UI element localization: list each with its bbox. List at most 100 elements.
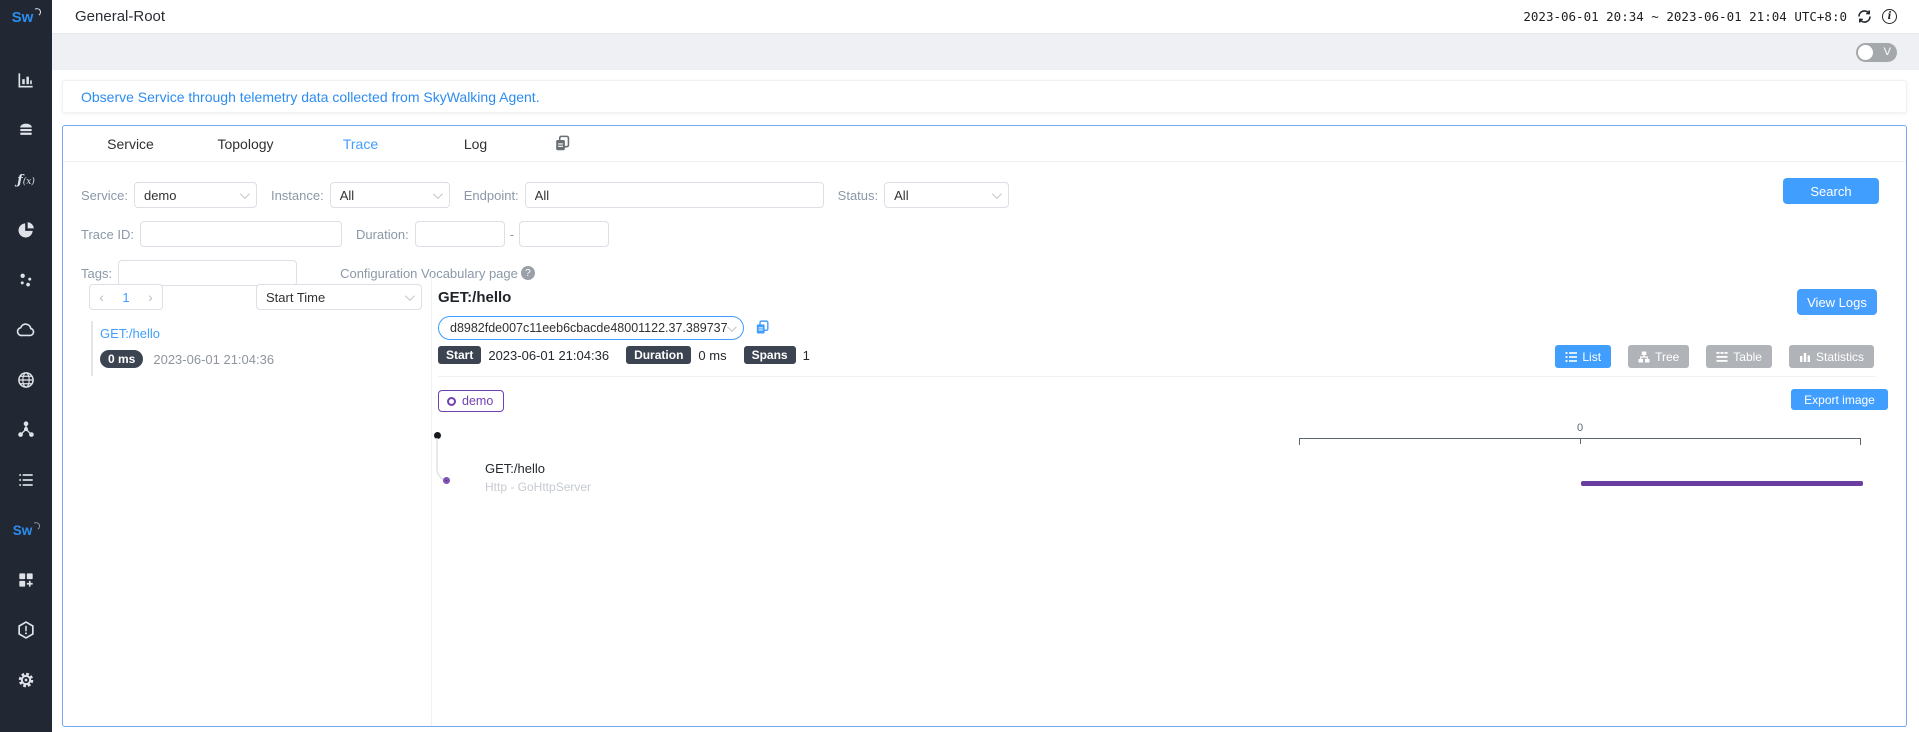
service-banner: Observe Service through telemetry data c… [62,80,1907,113]
duration-label: Duration: [356,227,409,242]
filter-form: Service: demo Instance: All Endpoint: St… [63,162,1906,286]
skywalking-logo[interactable]: Sw [0,0,52,34]
trace-id-input[interactable] [140,221,342,247]
copy-trace-id-icon[interactable] [754,319,771,336]
scatter-icon [16,270,36,290]
view-list-button[interactable]: List [1555,345,1611,368]
pagination: ‹ 1 › [89,284,163,310]
sidebar-item-layers[interactable] [0,105,52,155]
service-ring-icon [447,397,456,406]
chevron-down-icon [240,189,250,199]
span-dot[interactable] [443,477,450,484]
bar-chart-icon [16,70,36,90]
sidebar-item-function[interactable]: ƒ(x) [0,155,52,205]
view-logs-button[interactable]: View Logs [1797,289,1877,315]
sidebar-item-skywalking[interactable]: Sw [0,505,52,555]
cloud-icon [16,320,36,340]
sidebar-item-events[interactable] [0,455,52,505]
status-select[interactable]: All [884,182,1009,208]
sidebar-item-browser[interactable] [0,355,52,405]
view-table-button[interactable]: Table [1706,345,1772,368]
tab-bar: Service Topology Trace Log [63,126,1906,162]
version-toggle[interactable]: V [1856,43,1897,62]
duration-badge: Duration [626,346,691,364]
results-area: ‹ 1 › Start Time GET:/hello 0 ms 2023-06… [63,276,1906,726]
span-component: Http - GoHttpServer [485,480,591,494]
trace-duration-badge: 0 ms [100,350,143,368]
copy-tabs-icon[interactable] [553,134,572,153]
top-bar: General-Root 2023-06-01 20:34 ~ 2023-06-… [52,0,1919,34]
trace-meta: Start2023-06-01 21:04:36 Duration0 ms Sp… [438,346,827,364]
trace-endpoint-link[interactable]: GET:/hello [100,326,421,341]
span-endpoint[interactable]: GET:/hello [485,461,545,476]
prev-page-button[interactable]: ‹ [99,289,104,305]
export-image-button[interactable]: Export image [1791,389,1888,410]
sidebar-item-pie[interactable] [0,205,52,255]
duration-separator: - [510,227,514,242]
detail-header-divider [438,376,1876,377]
grid-plus-icon [16,570,36,590]
toggle-knob [1858,45,1873,60]
sidebar-item-cloud[interactable] [0,305,52,355]
sidebar-item-topology[interactable] [0,405,52,455]
view-statistics-button[interactable]: Statistics [1789,345,1874,368]
list-icon [16,470,36,490]
list-view-icon [1565,351,1577,363]
view-mode-buttons: List Tree Table Statistics [1555,345,1874,368]
span-duration-bar[interactable] [1581,481,1863,486]
logo-swoosh-icon [33,7,42,16]
start-badge: Start [438,346,481,364]
duration-from-input[interactable] [415,221,505,247]
refresh-icon[interactable] [1856,8,1873,25]
time-range[interactable]: 2023-06-01 20:34 ~ 2023-06-01 21:04 UTC+… [1523,9,1847,24]
sidebar-item-dashboard[interactable] [0,55,52,105]
trace-start-time: 2023-06-01 21:04:36 [153,352,274,367]
trace-list-item[interactable]: GET:/hello 0 ms 2023-06-01 21:04:36 [91,321,421,376]
tab-service[interactable]: Service [73,136,188,152]
current-page[interactable]: 1 [122,290,129,305]
pie-chart-icon [16,220,36,240]
trace-id-select[interactable]: d8982fde007c11eeb6cbacde48001122.37.3897… [438,316,744,340]
view-tree-button[interactable]: Tree [1628,345,1689,368]
sidebar-item-scatter[interactable] [0,255,52,305]
statistics-view-icon [1799,351,1811,363]
instance-select[interactable]: All [330,182,450,208]
tab-trace[interactable]: Trace [303,136,418,152]
duration-value: 0 ms [698,348,726,363]
topology-icon [16,420,36,440]
sort-select[interactable]: Start Time [256,284,422,310]
service-label: Service: [81,188,128,203]
spans-value: 1 [803,348,810,363]
search-button[interactable]: Search [1783,178,1879,204]
tab-log[interactable]: Log [418,136,533,152]
toggle-label: V [1884,46,1891,58]
spans-badge: Spans [744,346,796,364]
tree-view-icon [1638,351,1650,363]
chevron-down-icon [405,291,415,301]
duration-to-input[interactable] [519,221,609,247]
list-detail-divider [431,276,432,726]
sidebar-item-alarm[interactable] [0,605,52,655]
service-select[interactable]: demo [134,182,257,208]
page-title: General-Root [75,8,165,25]
endpoint-input[interactable] [525,182,824,208]
service-tag[interactable]: demo [438,390,504,412]
table-view-icon [1716,351,1728,363]
sidebar: Sw ƒ(x) Sw [0,0,52,732]
tab-topology[interactable]: Topology [188,136,303,152]
info-icon[interactable]: i [1882,9,1897,24]
sidebar-item-settings[interactable] [0,655,52,705]
sidebar-item-dashboards[interactable] [0,555,52,605]
layers-icon [16,120,36,140]
next-page-button[interactable]: › [148,289,153,305]
status-label: Status: [838,188,878,203]
secondary-bar: V [52,34,1919,70]
function-icon: ƒ(x) [17,173,35,188]
skywalking-icon: Sw [13,523,40,538]
detail-title: GET:/hello [438,289,511,306]
alarm-icon [16,620,36,640]
endpoint-label: Endpoint: [464,188,519,203]
timeline-tick-label: 0 [1577,422,1583,434]
timeline-tick [1580,438,1581,444]
globe-icon [16,370,36,390]
